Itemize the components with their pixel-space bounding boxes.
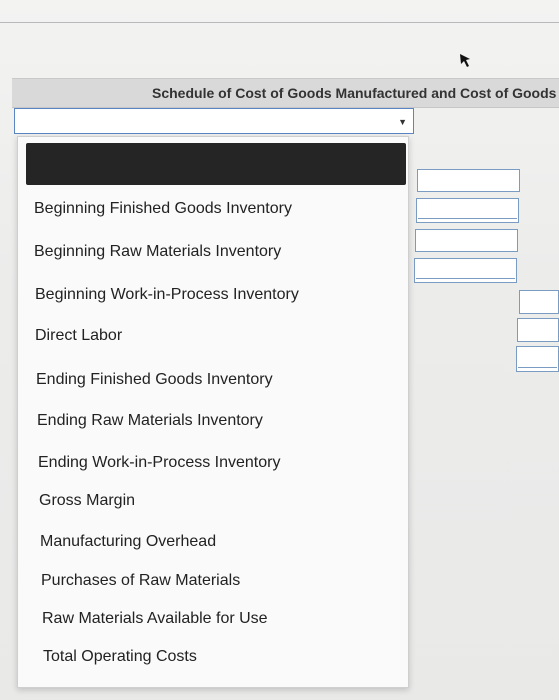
amount-input-cell[interactable] — [516, 346, 559, 372]
account-dropdown-list: Beginning Finished Goods Inventory Begin… — [17, 136, 409, 688]
amount-input-cell[interactable] — [415, 229, 518, 252]
top-divider — [0, 22, 559, 23]
dropdown-option[interactable]: Gross Margin — [39, 492, 135, 510]
dropdown-option[interactable]: Beginning Finished Goods Inventory — [34, 200, 292, 218]
dropdown-option[interactable]: Total Operating Costs — [43, 648, 197, 666]
triangle-down-icon[interactable]: ▼ — [398, 117, 407, 127]
dropdown-option[interactable]: Manufacturing Overhead — [40, 533, 216, 551]
amount-input-cell[interactable] — [519, 290, 559, 314]
dropdown-option[interactable]: Raw Materials Available for Use — [42, 610, 268, 628]
amount-input-cell[interactable] — [417, 169, 520, 192]
amount-input-cell[interactable] — [414, 258, 517, 283]
dropdown-option[interactable]: Direct Labor — [35, 327, 122, 345]
mouse-pointer-icon — [460, 54, 470, 67]
dropdown-option[interactable]: Ending Raw Materials Inventory — [37, 412, 263, 430]
schedule-title: Schedule of Cost of Goods Manufactured a… — [152, 85, 557, 101]
dropdown-option[interactable]: Purchases of Raw Materials — [41, 572, 240, 590]
dropdown-option[interactable]: Beginning Raw Materials Inventory — [34, 243, 281, 261]
dropdown-option[interactable]: Ending Work-in-Process Inventory — [38, 454, 280, 472]
dropdown-option[interactable]: Ending Finished Goods Inventory — [36, 371, 273, 389]
dropdown-highlighted-option[interactable] — [26, 143, 406, 185]
schedule-header-bar: Schedule of Cost of Goods Manufactured a… — [12, 78, 559, 108]
dropdown-option[interactable]: Beginning Work-in-Process Inventory — [35, 286, 299, 304]
amount-input-cell[interactable] — [416, 198, 519, 223]
account-select[interactable]: ▼ — [14, 108, 414, 134]
amount-input-cell[interactable] — [517, 318, 559, 342]
